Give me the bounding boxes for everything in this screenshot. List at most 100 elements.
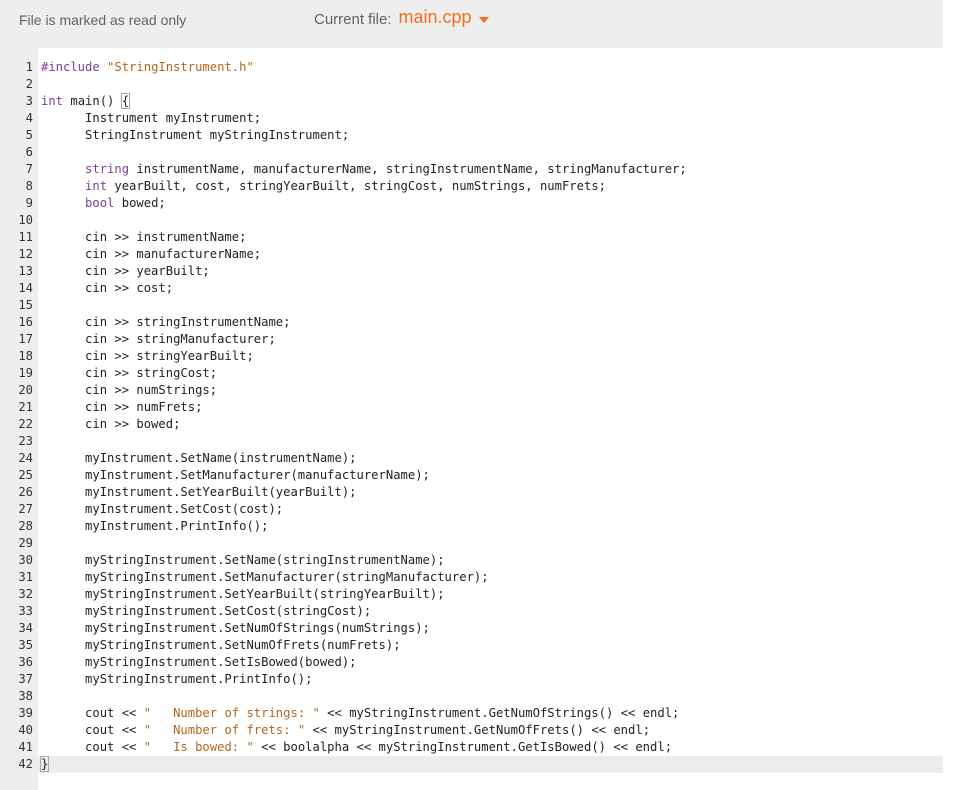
code-line[interactable]: 40 cout << " Number of frets: " << myStr… xyxy=(0,722,943,739)
code-text[interactable]: cout << " Is bowed: " << boolalpha << my… xyxy=(41,739,672,756)
line-number: 18 xyxy=(18,349,33,363)
code-text[interactable]: cin >> yearBuilt; xyxy=(41,263,210,280)
code-line[interactable]: 31 myStringInstrument.SetManufacturer(st… xyxy=(0,569,943,586)
code-line[interactable]: 23 xyxy=(0,433,943,450)
code-line[interactable]: 35 myStringInstrument.SetNumOfFrets(numF… xyxy=(0,637,943,654)
line-number: 8 xyxy=(25,179,33,193)
line-number: 19 xyxy=(18,366,33,380)
code-line[interactable]: 4 Instrument myInstrument; xyxy=(0,110,943,127)
code-text[interactable]: cin >> stringInstrumentName; xyxy=(41,314,290,331)
code-line[interactable]: 18 cin >> stringYearBuilt; xyxy=(0,348,943,365)
code-text[interactable]: } xyxy=(39,756,50,773)
code-line[interactable]: 12 cin >> manufacturerName; xyxy=(0,246,943,263)
code-editor[interactable]: 1 #include "StringInstrument.h" 2 3 int main… xyxy=(0,48,943,790)
code-line[interactable]: 20 cin >> numStrings; xyxy=(0,382,943,399)
line-number: 36 xyxy=(18,655,33,669)
code-line[interactable]: 41 cout << " Is bowed: " << boolalpha <<… xyxy=(0,739,943,756)
code-text[interactable]: bool bowed; xyxy=(41,195,166,212)
code-text[interactable]: #include "StringInstrument.h" xyxy=(41,59,254,76)
current-file-label: Current file: xyxy=(314,11,392,28)
code-text[interactable]: cin >> stringCost; xyxy=(41,365,217,382)
line-number: 27 xyxy=(18,502,33,516)
code-line[interactable]: 33 myStringInstrument.SetCost(stringCost… xyxy=(0,603,943,620)
code-text[interactable]: myStringInstrument.SetManufacturer(strin… xyxy=(41,569,489,586)
code-text[interactable]: myStringInstrument.SetName(stringInstrum… xyxy=(41,552,445,569)
code-text[interactable]: cin >> instrumentName; xyxy=(41,229,246,246)
current-file-selector[interactable]: Current file: main.cpp xyxy=(314,7,489,28)
code-line[interactable]: 6 xyxy=(0,144,943,161)
line-number: 3 xyxy=(25,94,33,108)
code-text[interactable]: cin >> stringYearBuilt; xyxy=(41,348,254,365)
code-line[interactable]: 9 bool bowed; xyxy=(0,195,943,212)
code-line[interactable]: 27 myInstrument.SetCost(cost); xyxy=(0,501,943,518)
code-line[interactable]: 24 myInstrument.SetName(instrumentName); xyxy=(0,450,943,467)
line-number: 28 xyxy=(18,519,33,533)
code-text[interactable]: myInstrument.SetCost(cost); xyxy=(41,501,283,518)
code-line[interactable]: 39 cout << " Number of strings: " << myS… xyxy=(0,705,943,722)
code-text[interactable]: cout << " Number of frets: " << myString… xyxy=(41,722,650,739)
code-text[interactable]: myInstrument.SetYearBuilt(yearBuilt); xyxy=(41,484,357,501)
code-text[interactable]: string instrumentName, manufacturerName,… xyxy=(41,161,687,178)
code-line[interactable]: 17 cin >> stringManufacturer; xyxy=(0,331,943,348)
code-line[interactable]: 22 cin >> bowed; xyxy=(0,416,943,433)
code-line[interactable]: 32 myStringInstrument.SetYearBuilt(strin… xyxy=(0,586,943,603)
code-line[interactable]: 21 cin >> numFrets; xyxy=(0,399,943,416)
code-text[interactable]: myInstrument.PrintInfo(); xyxy=(41,518,268,535)
code-text[interactable]: Instrument myInstrument; xyxy=(41,110,261,127)
code-text[interactable]: cin >> numStrings; xyxy=(41,382,217,399)
chevron-down-icon[interactable] xyxy=(478,17,489,23)
code-text[interactable]: myStringInstrument.SetYearBuilt(stringYe… xyxy=(41,586,445,603)
line-number: 7 xyxy=(25,162,33,176)
code-line[interactable]: 3 int main() { xyxy=(0,93,943,110)
code-line[interactable]: 13 cin >> yearBuilt; xyxy=(0,263,943,280)
current-file-name[interactable]: main.cpp xyxy=(399,7,472,28)
code-text[interactable]: int main() { xyxy=(41,93,131,110)
code-line[interactable]: 5 StringInstrument myStringInstrument; xyxy=(0,127,943,144)
code-text[interactable]: myStringInstrument.SetCost(stringCost); xyxy=(41,603,371,620)
code-text[interactable]: cin >> stringManufacturer; xyxy=(41,331,276,348)
line-number: 20 xyxy=(18,383,33,397)
code-text[interactable]: cin >> cost; xyxy=(41,280,173,297)
code-lines[interactable]: 1 #include "StringInstrument.h" 2 3 int main… xyxy=(0,59,943,773)
code-text[interactable]: int yearBuilt, cost, stringYearBuilt, st… xyxy=(41,178,606,195)
code-line[interactable]: 26 myInstrument.SetYearBuilt(yearBuilt); xyxy=(0,484,943,501)
code-line[interactable]: 1 #include "StringInstrument.h" xyxy=(0,59,943,76)
code-line[interactable]: 15 xyxy=(0,297,943,314)
read-only-notice: File is marked as read only xyxy=(19,12,187,28)
code-line[interactable]: 7 string instrumentName, manufacturerNam… xyxy=(0,161,943,178)
code-line[interactable]: 11 cin >> instrumentName; xyxy=(0,229,943,246)
code-line[interactable]: 28 myInstrument.PrintInfo(); xyxy=(0,518,943,535)
code-line[interactable]: 29 xyxy=(0,535,943,552)
line-number: 9 xyxy=(25,196,33,210)
code-line[interactable]: 36 myStringInstrument.SetIsBowed(bowed); xyxy=(0,654,943,671)
code-line[interactable]: 30 myStringInstrument.SetName(stringInst… xyxy=(0,552,943,569)
code-text[interactable]: cin >> numFrets; xyxy=(41,399,202,416)
line-number: 41 xyxy=(18,740,33,754)
code-line[interactable]: 42} xyxy=(0,756,943,773)
code-line[interactable]: 19 cin >> stringCost; xyxy=(0,365,943,382)
line-number: 39 xyxy=(18,706,33,720)
code-line[interactable]: 16 cin >> stringInstrumentName; xyxy=(0,314,943,331)
code-text[interactable]: cout << " Number of strings: " << myStri… xyxy=(41,705,679,722)
code-line[interactable]: 8 int yearBuilt, cost, stringYearBuilt, … xyxy=(0,178,943,195)
code-text[interactable]: myStringInstrument.SetNumOfStrings(numSt… xyxy=(41,620,430,637)
code-text[interactable]: cin >> bowed; xyxy=(41,416,180,433)
line-number: 17 xyxy=(18,332,33,346)
line-number: 22 xyxy=(18,417,33,431)
code-text[interactable]: cin >> manufacturerName; xyxy=(41,246,261,263)
code-text[interactable]: myStringInstrument.SetIsBowed(bowed); xyxy=(41,654,357,671)
code-text[interactable]: myStringInstrument.PrintInfo(); xyxy=(41,671,312,688)
code-text[interactable]: myInstrument.SetName(instrumentName); xyxy=(41,450,357,467)
code-line[interactable]: 14 cin >> cost; xyxy=(0,280,943,297)
code-line[interactable]: 25 myInstrument.SetManufacturer(manufact… xyxy=(0,467,943,484)
editor-header: File is marked as read only Current file… xyxy=(0,0,943,48)
code-line[interactable]: 2 xyxy=(0,76,943,93)
code-text[interactable]: StringInstrument myStringInstrument; xyxy=(41,127,349,144)
code-text[interactable]: myStringInstrument.SetNumOfFrets(numFret… xyxy=(41,637,401,654)
code-text[interactable]: myInstrument.SetManufacturer(manufacture… xyxy=(41,467,430,484)
scrollbar-track[interactable] xyxy=(943,0,963,790)
code-line[interactable]: 10 xyxy=(0,212,943,229)
code-line[interactable]: 38 xyxy=(0,688,943,705)
code-line[interactable]: 34 myStringInstrument.SetNumOfStrings(nu… xyxy=(0,620,943,637)
code-line[interactable]: 37 myStringInstrument.PrintInfo(); xyxy=(0,671,943,688)
